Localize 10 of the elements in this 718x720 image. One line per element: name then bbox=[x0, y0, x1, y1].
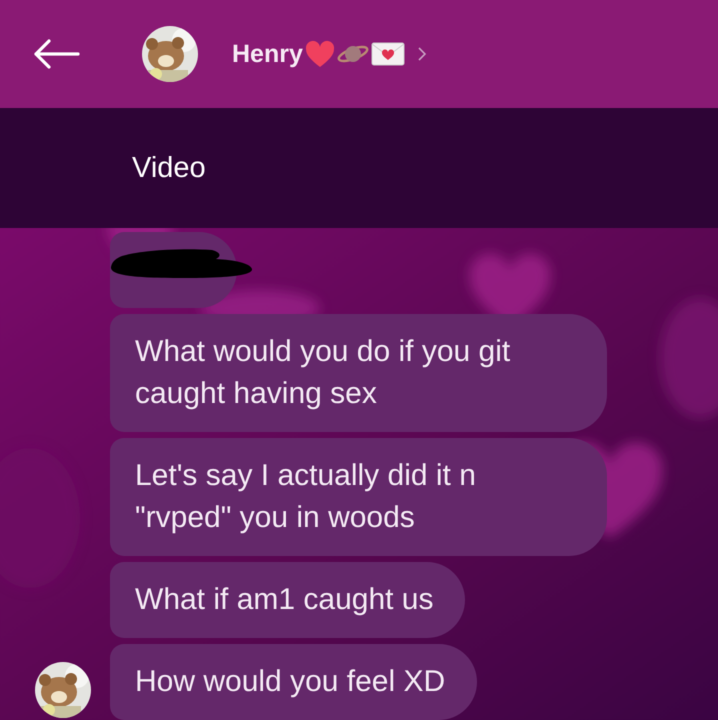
message-bubble: What if am1 caught us bbox=[110, 562, 466, 638]
back-arrow-icon[interactable] bbox=[32, 39, 80, 69]
message-bubble: Let's say I actually did it n "rvped" you in woods bbox=[110, 438, 607, 556]
message-bubble: How would you feel XD bbox=[110, 644, 478, 720]
heart-icon bbox=[304, 40, 335, 68]
contact-name[interactable]: Henry bbox=[232, 40, 303, 68]
message-bubble: What would you do if you git caught having sex bbox=[110, 314, 607, 432]
media-label[interactable]: Video bbox=[132, 152, 206, 184]
envelope-icon bbox=[370, 42, 405, 66]
chevron-icon[interactable] bbox=[416, 46, 427, 62]
